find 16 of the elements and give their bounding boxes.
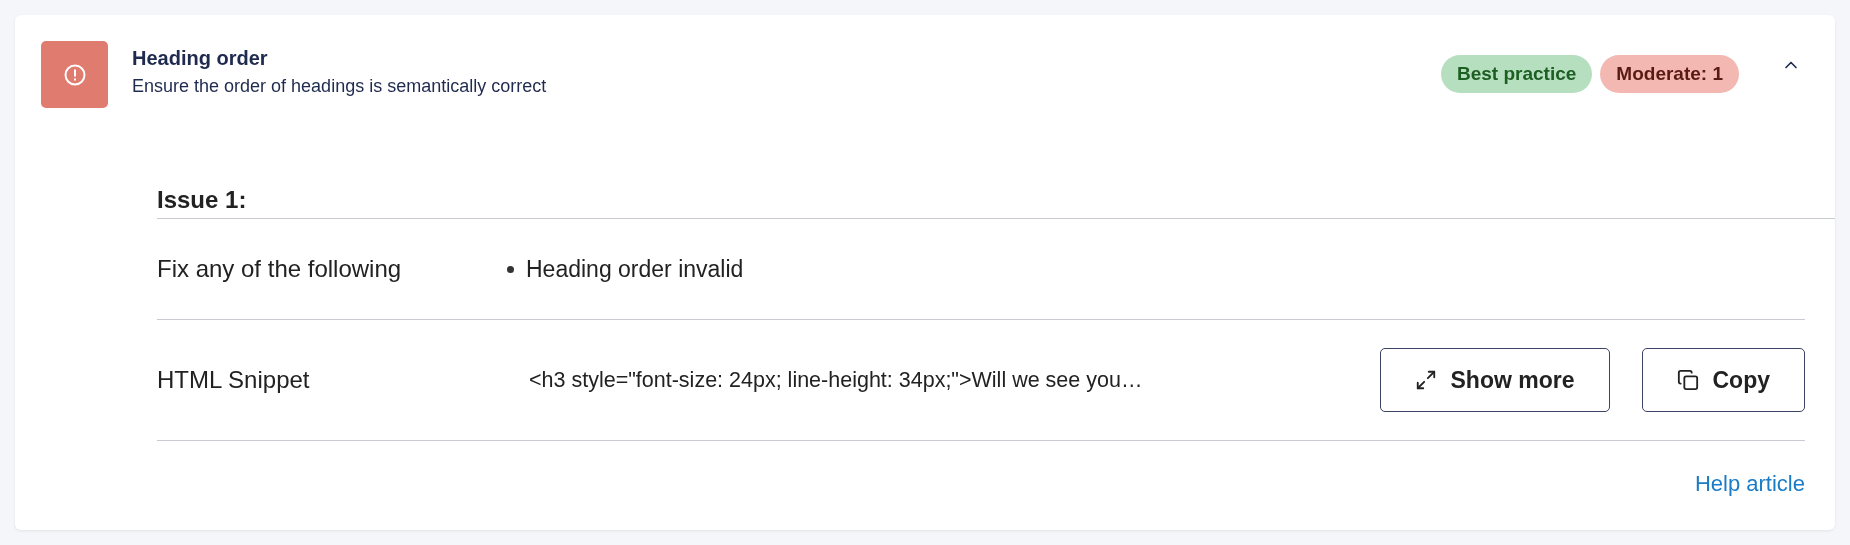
show-more-button[interactable]: Show more — [1379, 348, 1610, 412]
expand-icon — [1414, 369, 1437, 391]
rule-title: Heading order — [132, 47, 269, 70]
help-link[interactable]: Help article — [1694, 471, 1805, 497]
issue-title: Issue 1: — [157, 186, 1835, 219]
bullet-icon — [507, 265, 514, 273]
html-snippet: <h3 style="font-size: 24px; line-height: 34px;">Will we see you… — [528, 367, 1144, 393]
copy-button[interactable]: Copy — [1641, 348, 1805, 412]
copy-icon — [1676, 369, 1699, 391]
rule-description: Ensure the order of headings is semantically correct — [132, 76, 548, 97]
category-tag: Best practice — [1441, 55, 1593, 93]
impact-tag: Moderate: 1 — [1600, 55, 1739, 93]
snippet-label: HTML Snippet — [157, 366, 311, 394]
fix-label: Fix any of the following — [157, 255, 403, 283]
fix-item: Heading order invalid — [526, 255, 744, 283]
alert-icon — [63, 63, 86, 86]
